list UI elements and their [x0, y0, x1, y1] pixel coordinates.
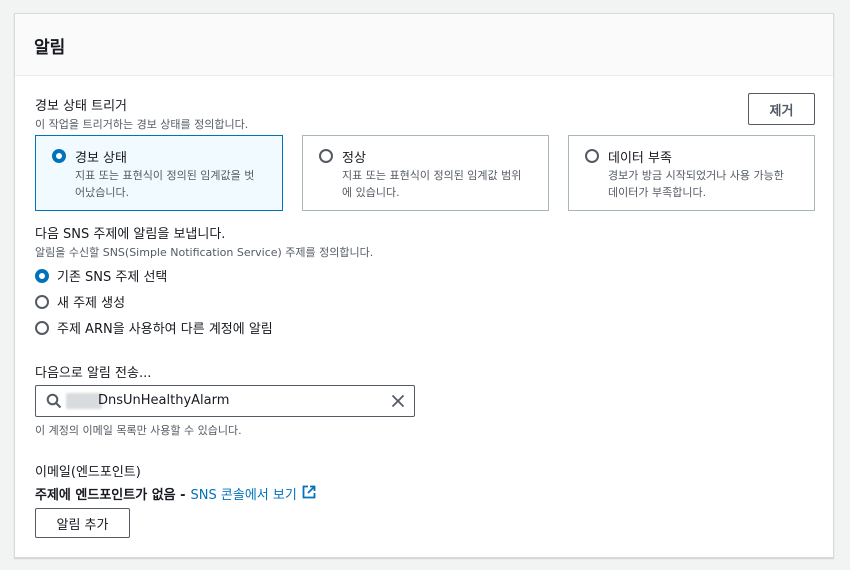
close-icon[interactable]: [390, 393, 406, 413]
option-label: 기존 SNS 주제 선택: [57, 270, 168, 285]
option-label: 주제 ARN을 사용하여 다른 계정에 알림: [57, 322, 273, 337]
sns-label: 다음 SNS 주제에 알림을 보냅니다.: [35, 227, 226, 242]
search-icon: [46, 393, 62, 413]
tile-title: 경보 상태: [75, 151, 127, 166]
notification-panel: 알림 경보 상태 트리거 이 작업을 트리거하는 경보 상태를 정의합니다. 제…: [14, 13, 834, 558]
tile-title: 정상: [342, 151, 366, 166]
radio-in-alarm[interactable]: [52, 149, 66, 163]
redacted-text: [66, 393, 102, 409]
external-link-icon[interactable]: [302, 485, 316, 503]
radio-insufficient-data[interactable]: [585, 149, 599, 163]
option-label: 새 주제 생성: [57, 296, 126, 311]
option-new-topic[interactable]: 새 주제 생성: [35, 292, 125, 311]
tile-description: 지표 또는 표현식이 정의된 임계값을 벗어났습니다.: [75, 169, 255, 199]
tile-description: 경보가 방금 시작되었거나 사용 가능한 데이터가 부족합니다.: [608, 169, 784, 199]
option-topic-arn[interactable]: 주제 ARN을 사용하여 다른 계정에 알림: [35, 318, 273, 337]
tile-description: 지표 또는 표현식이 정의된 임계값 범위에 있습니다.: [342, 169, 522, 199]
panel-header: 알림: [15, 14, 833, 76]
email-label: 이메일(엔드포인트): [35, 465, 141, 480]
radio-existing-topic[interactable]: [35, 268, 49, 283]
panel-title: 알림: [34, 38, 66, 58]
add-notification-button[interactable]: 알림 추가: [35, 508, 130, 538]
no-endpoint-text: 주제에 엔드포인트가 없음 -: [35, 488, 186, 503]
send-to-hint: 이 계정의 이메일 목록만 사용할 수 있습니다.: [35, 424, 242, 437]
endpoint-line: 주제에 엔드포인트가 없음 - SNS 콘솔에서 보기: [35, 484, 316, 503]
send-to-label: 다음으로 알림 전송...: [35, 366, 152, 381]
sns-description: 알림을 수신할 SNS(Simple Notification Service)…: [35, 246, 374, 259]
tile-in-alarm[interactable]: 경보 상태 지표 또는 표현식이 정의된 임계값을 벗어났습니다.: [35, 135, 283, 211]
sns-console-link[interactable]: SNS 콘솔에서 보기: [191, 484, 297, 503]
option-existing-topic[interactable]: 기존 SNS 주제 선택: [35, 266, 167, 285]
tile-insufficient-data[interactable]: 데이터 부족 경보가 방금 시작되었거나 사용 가능한 데이터가 부족합니다.: [568, 135, 815, 211]
tile-ok[interactable]: 정상 지표 또는 표현식이 정의된 임계값 범위에 있습니다.: [302, 135, 549, 211]
tile-title: 데이터 부족: [608, 151, 672, 166]
radio-ok[interactable]: [319, 149, 333, 163]
remove-button[interactable]: 제거: [748, 93, 815, 125]
search-value: DnsUnHealthyAlarm: [98, 393, 230, 408]
trigger-description: 이 작업을 트리거하는 경보 상태를 정의합니다.: [35, 118, 249, 131]
radio-new-topic[interactable]: [35, 294, 49, 309]
trigger-label: 경보 상태 트리거: [35, 99, 127, 114]
radio-topic-arn[interactable]: [35, 320, 49, 335]
topic-search-input[interactable]: DnsUnHealthyAlarm: [35, 385, 415, 417]
